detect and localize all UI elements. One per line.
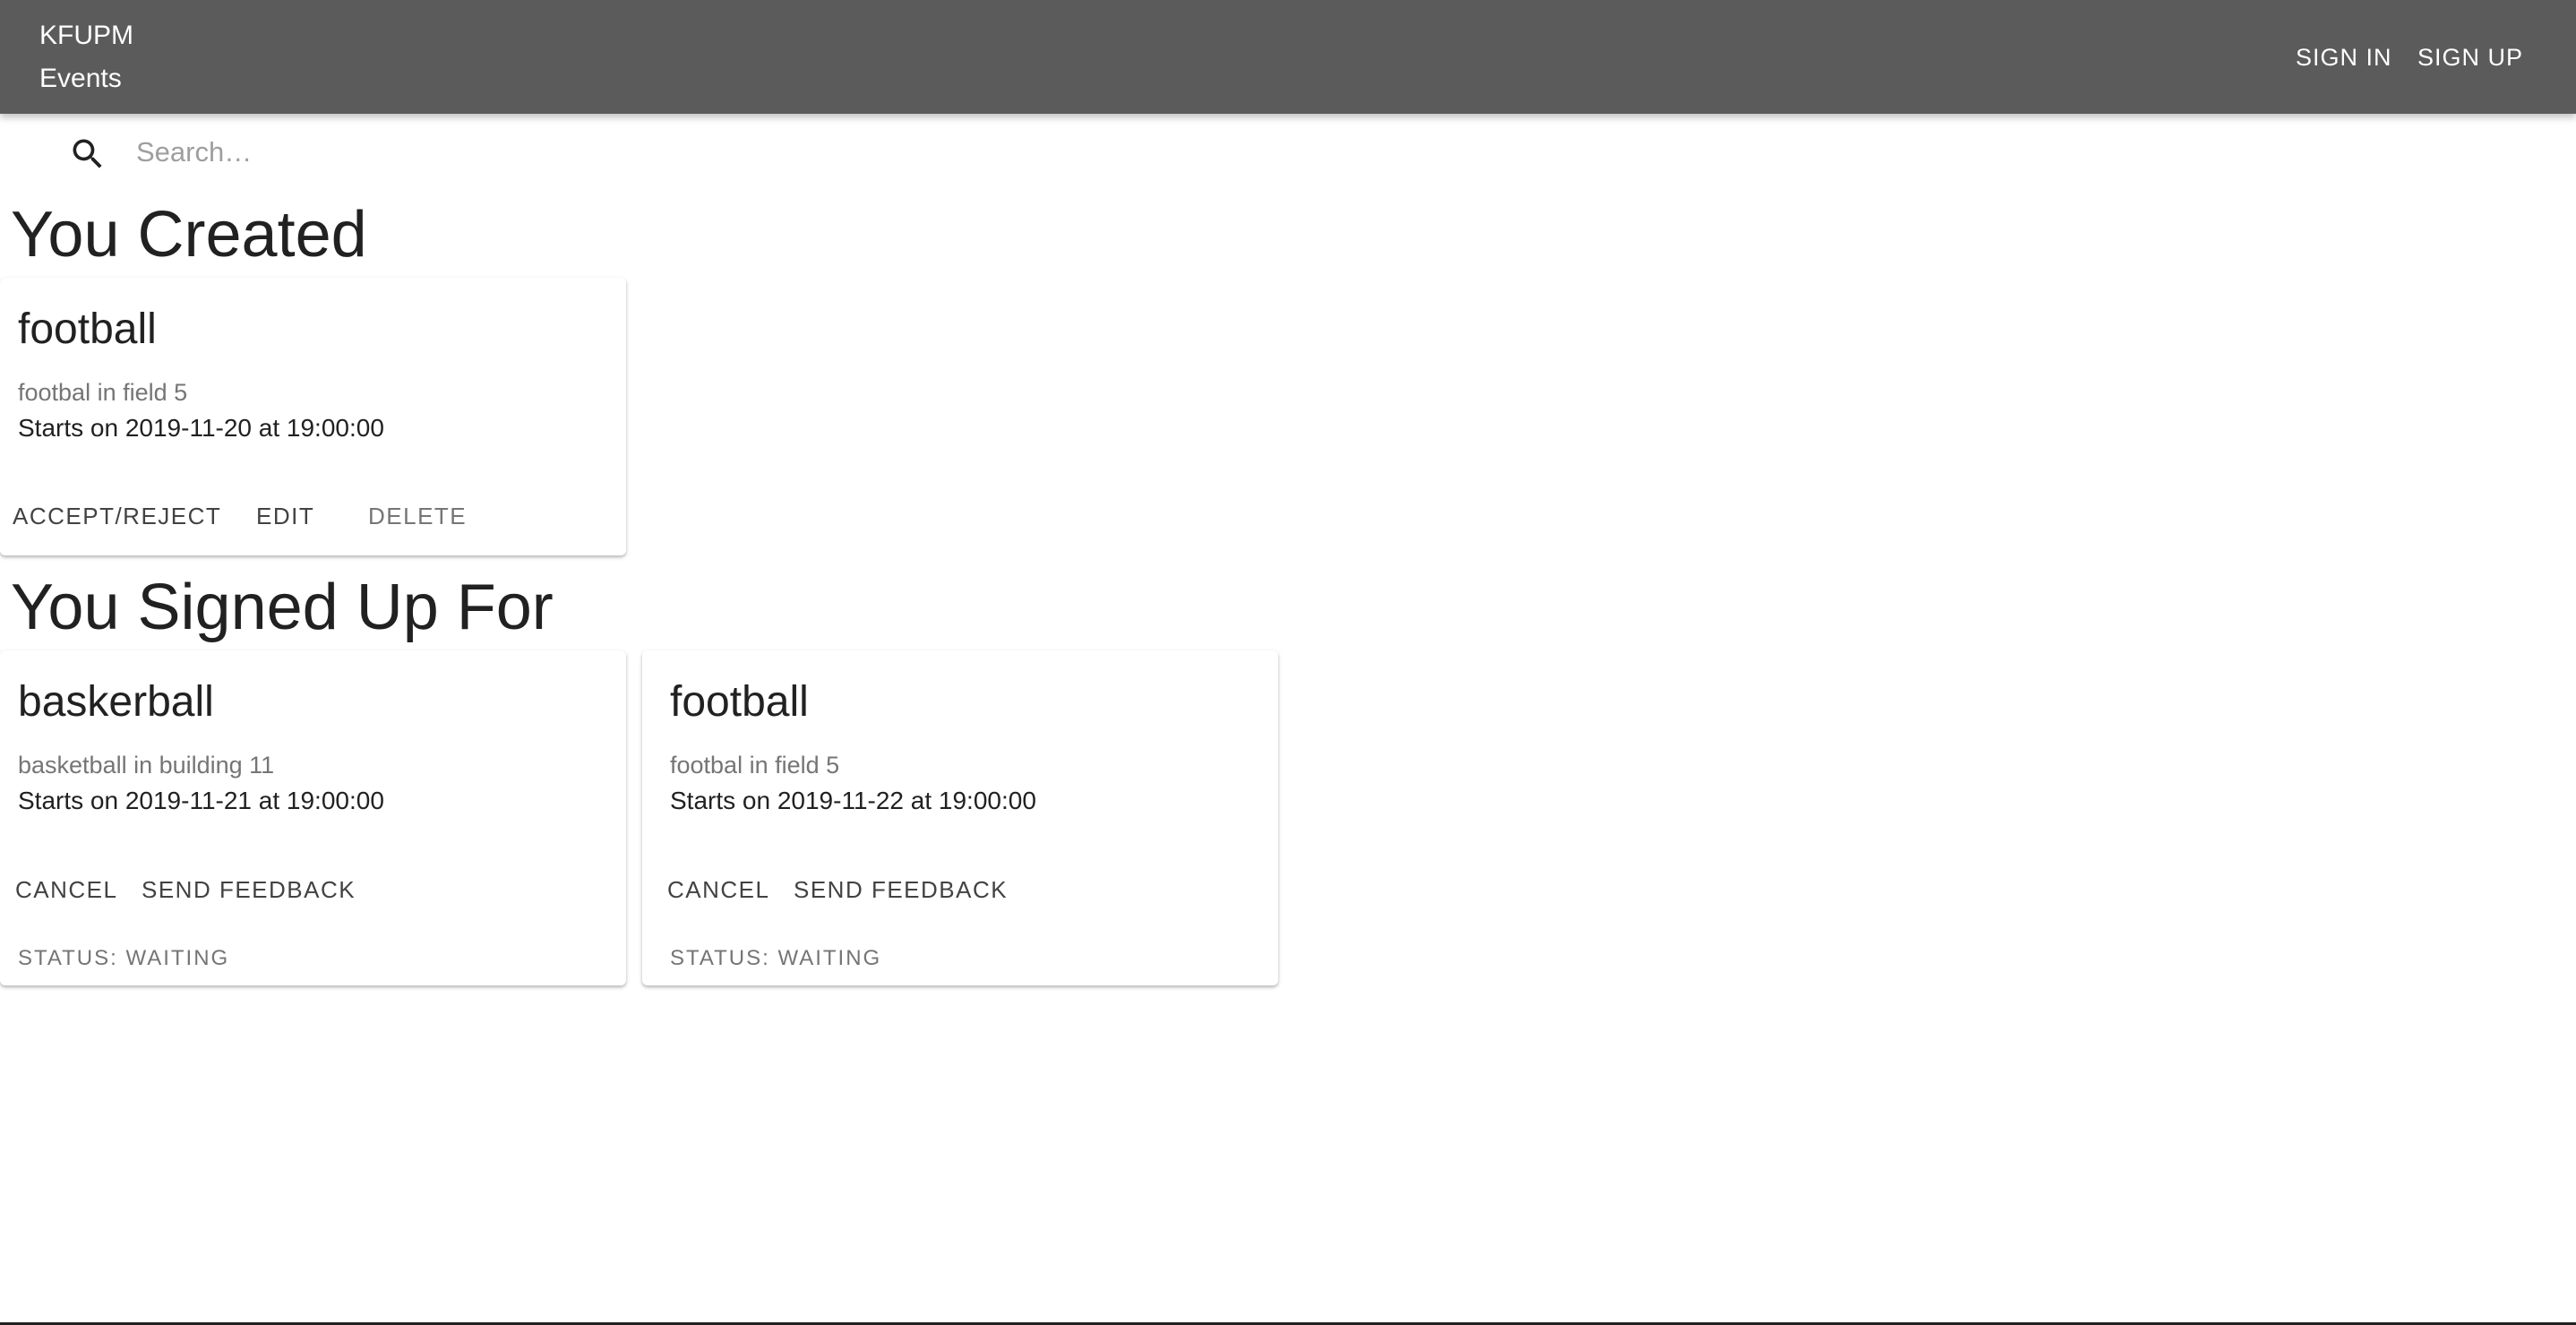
- event-date: Starts on 2019-11-22 at 19:00:00: [670, 787, 1036, 814]
- accept-reject-button[interactable]: ACCEPT/REJECT: [13, 498, 221, 534]
- brand-title[interactable]: KFUPM Events: [39, 14, 147, 100]
- created-section-title: You Created: [11, 199, 367, 271]
- event-date: Starts on 2019-11-20 at 19:00:00: [18, 414, 384, 442]
- sign-in-button[interactable]: SIGN IN: [2296, 36, 2392, 79]
- send-feedback-button[interactable]: SEND FEEDBACK: [794, 872, 1008, 908]
- status-badge: STATUS: WAITING: [18, 946, 230, 970]
- sign-up-button[interactable]: SIGN UP: [2417, 36, 2523, 79]
- search-input[interactable]: [136, 129, 602, 176]
- delete-button[interactable]: DELETE: [368, 498, 467, 534]
- event-description: footbal in field 5: [18, 379, 188, 406]
- event-description: basketball in building 11: [18, 752, 275, 779]
- cancel-button[interactable]: CANCEL: [667, 872, 769, 908]
- search-icon: [68, 134, 107, 174]
- status-badge: STATUS: WAITING: [670, 946, 882, 970]
- signed-up-event-card: football footbal in field 5 Starts on 20…: [642, 650, 1278, 985]
- edit-button[interactable]: EDIT: [256, 498, 314, 534]
- created-event-card: football footbal in field 5 Starts on 20…: [0, 278, 626, 555]
- event-description: footbal in field 5: [670, 752, 840, 779]
- cancel-button[interactable]: CANCEL: [15, 872, 117, 908]
- send-feedback-button[interactable]: SEND FEEDBACK: [142, 872, 356, 908]
- event-date: Starts on 2019-11-21 at 19:00:00: [18, 787, 384, 814]
- signed-up-event-card: baskerball basketball in building 11 Sta…: [0, 650, 626, 985]
- event-title: football: [18, 305, 157, 353]
- signed-up-section-title: You Signed Up For: [11, 572, 554, 643]
- app-bar: KFUPM Events SIGN IN SIGN UP: [0, 0, 2576, 114]
- search-bar: [0, 118, 627, 186]
- event-title: football: [670, 678, 809, 726]
- event-title: baskerball: [18, 678, 214, 726]
